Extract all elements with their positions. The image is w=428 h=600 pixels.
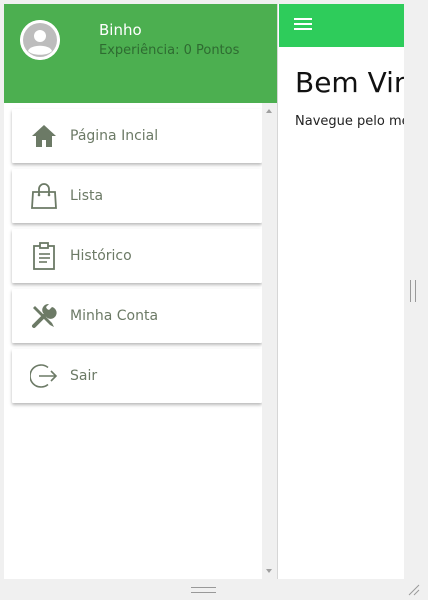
menu-item-label: Página Incial [70,128,159,144]
scroll-down-arrow-icon[interactable] [266,569,272,573]
drawer-divider [277,4,278,579]
menu-item-home[interactable]: Página Incial [12,109,262,163]
vertical-resize-handle[interactable] [410,280,416,302]
page-subtitle: Navegue pelo me [295,114,404,129]
menu-item-account[interactable]: Minha Conta [12,289,262,343]
logout-icon [28,360,60,392]
navigation-drawer: Binho Experiência: 0 Pontos Página Incia… [4,4,278,579]
hamburger-menu-icon[interactable] [294,18,312,32]
menu-item-label: Minha Conta [70,308,159,324]
main-content: Bem Vin Navegue pelo me [279,4,404,579]
horizontal-resize-handle[interactable] [191,587,216,593]
scroll-up-arrow-icon[interactable] [266,109,272,113]
tools-icon [28,300,60,332]
clipboard-icon [28,240,60,272]
drawer-scrollbar[interactable] [262,103,277,579]
page-title: Bem Vin [295,66,404,99]
resize-grip-icon[interactable] [408,584,420,596]
avatar [20,20,60,60]
toolbar [279,4,404,47]
menu-item-list[interactable]: Lista [12,169,262,223]
user-name: Binho [99,21,142,39]
menu-item-logout[interactable]: Sair [12,349,262,403]
menu-item-history[interactable]: Histórico [12,229,262,283]
menu-item-label: Lista [70,188,104,204]
menu-item-label: Histórico [70,248,132,264]
user-experience: Experiência: 0 Pontos [99,43,240,58]
shopping-bag-icon [28,180,60,212]
user-avatar-icon [20,20,60,60]
home-icon [28,120,60,152]
menu-item-label: Sair [70,368,98,384]
drawer-header: Binho Experiência: 0 Pontos [4,4,278,103]
app-window: Binho Experiência: 0 Pontos Página Incia… [4,4,404,579]
drawer-menu: Página Incial Lista Histórico Minha Cont… [4,103,278,579]
